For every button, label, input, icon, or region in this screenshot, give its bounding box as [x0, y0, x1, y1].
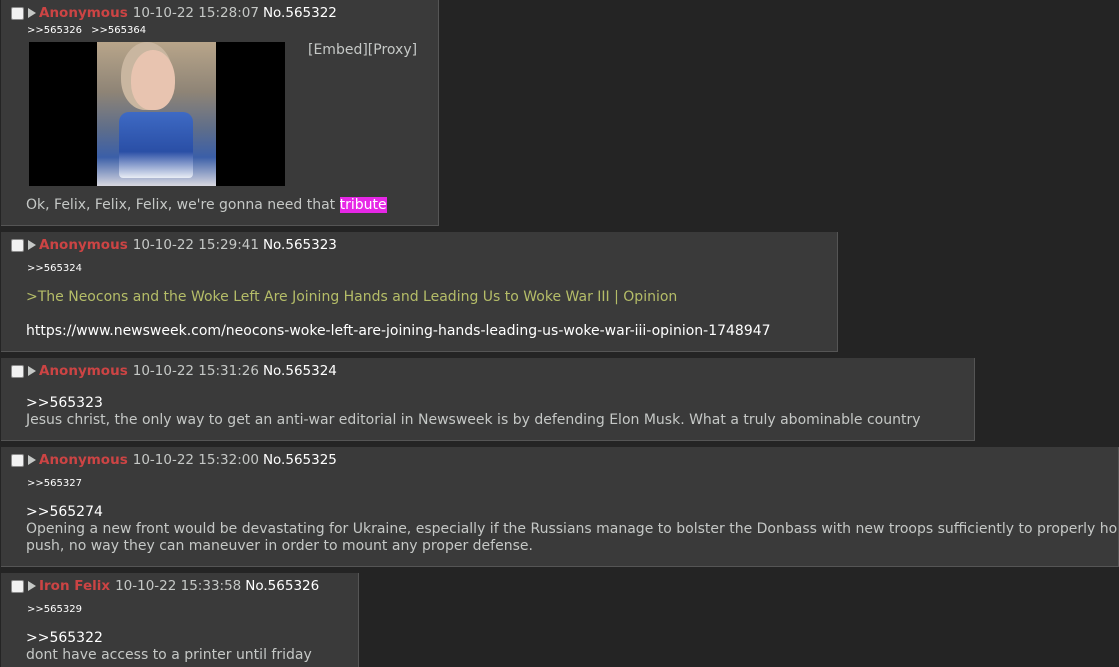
article-url: https://www.newsweek.com/neocons-woke-le…: [26, 323, 771, 339]
backlink[interactable]: >>565329: [27, 604, 82, 615]
embed-links: [Embed][Proxy]: [308, 42, 417, 58]
message-text: Ok, Felix, Felix, Felix, we're gonna nee…: [26, 197, 340, 213]
poster-name: Anonymous: [39, 5, 128, 21]
backlink[interactable]: >>565324: [27, 263, 82, 274]
message-line-1: Opening a new front would be devastating…: [26, 521, 1118, 537]
select-checkbox[interactable]: [11, 579, 24, 593]
message-text: dont have access to a printer until frid…: [26, 647, 312, 663]
quote-link[interactable]: >>565322: [26, 630, 103, 647]
post-number[interactable]: No.565325: [263, 452, 337, 468]
post-datetime: 10-10-22 15:28:07: [132, 5, 259, 21]
select-checkbox[interactable]: [11, 238, 24, 252]
expand-arrow-icon[interactable]: [28, 366, 36, 376]
photo-content: [97, 42, 216, 186]
image-thumbnail[interactable]: [29, 42, 285, 186]
post-header: Iron Felix 10-10-22 15:33:58 No.565326: [11, 577, 319, 595]
poster-name: Anonymous: [39, 452, 128, 468]
select-checkbox[interactable]: [11, 364, 24, 378]
post-header: Anonymous 10-10-22 15:32:00 No.565325: [11, 451, 337, 469]
post-datetime: 10-10-22 15:31:26: [132, 363, 259, 379]
backlink[interactable]: >>565364: [91, 25, 146, 36]
poster-name: Anonymous: [39, 363, 128, 379]
post-header: Anonymous 10-10-22 15:31:26 No.565324: [11, 362, 337, 380]
photo-face: [131, 50, 175, 110]
post-datetime: 10-10-22 15:33:58: [115, 578, 242, 594]
backlinks: >>565327: [27, 478, 88, 489]
post-number[interactable]: No.565326: [245, 578, 319, 594]
message-line-2: push, no way they can maneuver in order …: [26, 538, 533, 554]
post-header: Anonymous 10-10-22 15:28:07 No.565322: [11, 4, 337, 22]
post-message: Ok, Felix, Felix, Felix, we're gonna nee…: [26, 197, 387, 214]
post-header: Anonymous 10-10-22 15:29:41 No.565323: [11, 236, 337, 254]
highlighted-word: tribute: [339, 197, 387, 213]
expand-arrow-icon[interactable]: [28, 240, 36, 250]
post-565322: Anonymous 10-10-22 15:28:07 No.565322 >>…: [1, 0, 439, 226]
select-checkbox[interactable]: [11, 6, 24, 20]
proxy-link[interactable]: [Proxy]: [368, 42, 417, 58]
post-number[interactable]: No.565322: [263, 5, 337, 21]
expand-arrow-icon[interactable]: [28, 8, 36, 18]
expand-arrow-icon[interactable]: [28, 455, 36, 465]
greentext-line: >The Neocons and the Woke Left Are Joini…: [26, 289, 678, 305]
post-565324: Anonymous 10-10-22 15:31:26 No.565324 >>…: [1, 358, 975, 441]
backlink[interactable]: >>565326: [27, 25, 82, 36]
backlinks: >>565326 >>565364: [27, 25, 152, 36]
message-text: Jesus christ, the only way to get an ant…: [26, 412, 921, 428]
poster-name: Anonymous: [39, 237, 128, 253]
quote-link[interactable]: >>565274: [26, 504, 103, 521]
post-number[interactable]: No.565323: [263, 237, 337, 253]
photo-dress: [119, 112, 193, 178]
post-565323: Anonymous 10-10-22 15:29:41 No.565323 >>…: [1, 232, 838, 352]
backlink[interactable]: >>565327: [27, 478, 82, 489]
quote-link[interactable]: >>565323: [26, 395, 103, 412]
poster-name: Iron Felix: [39, 578, 111, 594]
post-565326: Iron Felix 10-10-22 15:33:58 No.565326 >…: [1, 573, 359, 667]
backlinks: >>565329: [27, 604, 88, 615]
embed-link[interactable]: [Embed]: [308, 42, 368, 58]
thread: Anonymous 10-10-22 15:28:07 No.565322 >>…: [0, 0, 1119, 667]
post-number[interactable]: No.565324: [263, 363, 337, 379]
backlinks: >>565324: [27, 263, 88, 274]
expand-arrow-icon[interactable]: [28, 581, 36, 591]
post-datetime: 10-10-22 15:32:00: [132, 452, 259, 468]
select-checkbox[interactable]: [11, 453, 24, 467]
post-datetime: 10-10-22 15:29:41: [132, 237, 259, 253]
post-565325: Anonymous 10-10-22 15:32:00 No.565325 >>…: [1, 447, 1119, 567]
